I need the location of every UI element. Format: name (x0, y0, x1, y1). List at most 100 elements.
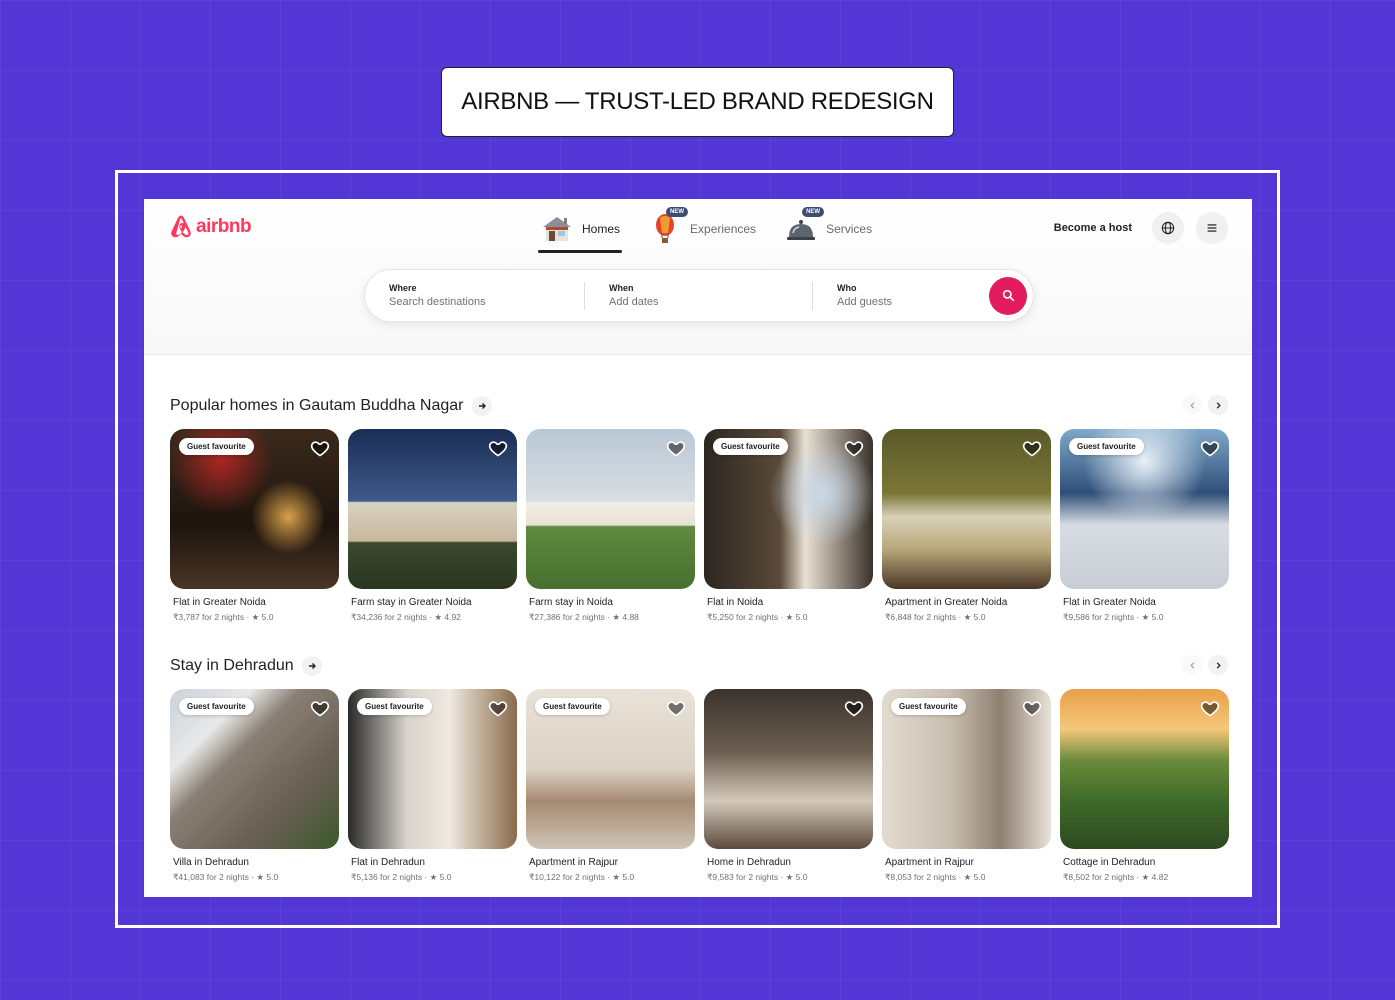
when-field[interactable]: When Add dates (585, 281, 813, 310)
listing-card[interactable]: Guest favourite Flat in Greater Noida ₹3,7… (170, 429, 339, 623)
menu-button[interactable] (1196, 212, 1228, 244)
listing-card[interactable]: Cottage in Dehradun ₹8,502 for 2 nights ·… (1060, 689, 1229, 883)
house-icon (540, 213, 574, 245)
chevron-left-icon (1189, 401, 1194, 409)
listing-card[interactable]: Home in Dehradun ₹9,583 for 2 nights · ★ … (704, 689, 873, 883)
chevron-right-icon (1216, 661, 1221, 669)
who-input[interactable]: Add guests (837, 296, 989, 308)
heart-icon[interactable] (844, 698, 864, 718)
next-button[interactable] (1208, 395, 1228, 415)
where-input[interactable]: Search destinations (389, 296, 584, 308)
listing-photo[interactable] (526, 429, 695, 589)
listing-photo[interactable] (1060, 689, 1229, 849)
arrow-right-icon (471, 396, 492, 416)
section-title: Stay in Dehradun (170, 657, 294, 674)
listing-photo[interactable]: Guest favourite (704, 429, 873, 589)
listing-title: Apartment in Greater Noida (885, 597, 1008, 608)
prev-button[interactable] (1182, 655, 1202, 675)
listing-meta: ₹8,053 for 2 nights · ★ 5.0 (885, 872, 986, 882)
listing-meta: ₹34,236 for 2 nights · ★ 4.92 (351, 612, 461, 622)
listing-title: Flat in Greater Noida (173, 597, 266, 608)
listing-meta: ₹27,386 for 2 nights · ★ 4.88 (529, 612, 639, 622)
listing-title: Farm stay in Greater Noida (351, 597, 472, 608)
search-bar: Where Search destinations When Add dates… (364, 269, 1034, 322)
prev-button[interactable] (1182, 395, 1202, 415)
airbnb-logo[interactable]: airbnb (168, 213, 252, 241)
heart-icon[interactable] (1022, 698, 1042, 718)
listing-card[interactable]: Farm stay in Noida ₹27,386 for 2 nights ·… (526, 429, 695, 623)
listing-photo[interactable]: Guest favourite (882, 689, 1051, 849)
listing-card[interactable]: Guest favourite Flat in Noida ₹5,250 for 2… (704, 429, 873, 623)
listing-photo[interactable]: Guest favourite (170, 689, 339, 849)
listing-photo[interactable]: Guest favourite (348, 689, 517, 849)
listing-meta: ₹10,122 for 2 nights · ★ 5.0 (529, 872, 635, 882)
when-input[interactable]: Add dates (609, 296, 812, 308)
listing-photo[interactable] (704, 689, 873, 849)
heart-icon[interactable] (310, 438, 330, 458)
listing-card[interactable]: Farm stay in Greater Noida ₹34,236 for 2 … (348, 429, 517, 623)
listing-card[interactable]: Guest favourite Villa in Dehradun ₹41,083 … (170, 689, 339, 883)
heart-icon[interactable] (1022, 438, 1042, 458)
section-popular-homes: Popular homes in Gautam Buddha Nagar Gue… (170, 395, 1229, 622)
guest-favourite-badge: Guest favourite (891, 698, 966, 715)
service-bell-icon: NEW (784, 207, 825, 245)
hamburger-icon (1207, 224, 1217, 232)
page-title: AIRBNB — TRUST-LED BRAND REDESIGN (441, 67, 954, 137)
next-button[interactable] (1208, 655, 1228, 675)
when-label: When (609, 283, 634, 293)
new-badge: NEW (666, 207, 689, 217)
tab-services[interactable]: NEW Services (782, 207, 874, 249)
listing-photo[interactable]: Guest favourite (1060, 429, 1229, 589)
where-field[interactable]: Where Search destinations (365, 281, 585, 310)
become-host-link[interactable]: Become a host (1054, 222, 1132, 234)
listing-photo[interactable] (882, 429, 1051, 589)
heart-icon[interactable] (488, 438, 508, 458)
listing-card[interactable]: Guest favourite Flat in Greater Noida ₹9,5… (1060, 429, 1229, 623)
heart-icon[interactable] (1200, 698, 1220, 718)
tab-homes-label: Homes (582, 222, 621, 236)
listing-title: Home in Dehradun (707, 857, 791, 868)
guest-favourite-badge: Guest favourite (179, 438, 254, 455)
arrow-right-icon (301, 656, 322, 676)
search-icon (1002, 289, 1014, 302)
header: airbnb Homes NEW Experiences NEW Service… (144, 199, 1252, 355)
category-nav: Homes NEW Experiences NEW Services (538, 207, 874, 253)
guest-favourite-badge: Guest favourite (1069, 438, 1144, 455)
section-header[interactable]: Stay in Dehradun (170, 655, 1228, 677)
section-stay-dehradun: Stay in Dehradun Guest favourite Villa in… (170, 655, 1229, 882)
heart-icon[interactable] (666, 438, 686, 458)
listing-card[interactable]: Guest favourite Flat in Dehradun ₹5,136 fo… (348, 689, 517, 883)
listing-title: Flat in Dehradun (351, 857, 425, 868)
listing-photo[interactable] (348, 429, 517, 589)
listing-photo[interactable]: Guest favourite (526, 689, 695, 849)
tab-homes[interactable]: Homes (538, 209, 623, 253)
heart-icon[interactable] (666, 698, 686, 718)
chevron-left-icon (1189, 661, 1194, 669)
listing-meta: ₹9,586 for 2 nights · ★ 5.0 (1063, 612, 1164, 622)
language-button[interactable] (1152, 212, 1184, 244)
who-field[interactable]: Who Add guests (813, 282, 989, 310)
guest-favourite-badge: Guest favourite (179, 698, 254, 715)
listing-meta: ₹9,583 for 2 nights · ★ 5.0 (707, 872, 808, 882)
heart-icon[interactable] (1200, 438, 1220, 458)
listing-photo[interactable]: Guest favourite (170, 429, 339, 589)
search-button[interactable] (989, 276, 1027, 315)
carousel-pager (1182, 395, 1228, 415)
section-header[interactable]: Popular homes in Gautam Buddha Nagar (170, 395, 1228, 417)
tab-experiences[interactable]: NEW Experiences (646, 207, 758, 249)
listing-carousel: Guest favourite Flat in Greater Noida ₹3,7… (170, 429, 1229, 623)
listing-card[interactable]: Guest favourite Apartment in Rajpur ₹10,12… (526, 689, 695, 883)
heart-icon[interactable] (310, 698, 330, 718)
listing-meta: ₹5,136 for 2 nights · ★ 5.0 (351, 872, 452, 882)
heart-icon[interactable] (488, 698, 508, 718)
listing-card[interactable]: Apartment in Greater Noida ₹6,848 for 2 n… (882, 429, 1051, 623)
airbnb-logo-icon (171, 215, 191, 238)
globe-icon (1161, 221, 1175, 235)
guest-favourite-badge: Guest favourite (713, 438, 788, 455)
listing-title: Apartment in Rajpur (885, 857, 974, 868)
heart-icon[interactable] (844, 438, 864, 458)
listing-card[interactable]: Guest favourite Apartment in Rajpur ₹8,053… (882, 689, 1051, 883)
user-nav: Become a host (1054, 212, 1228, 244)
listing-title: Flat in Greater Noida (1063, 597, 1156, 608)
hot-air-balloon-icon: NEW (648, 207, 689, 245)
